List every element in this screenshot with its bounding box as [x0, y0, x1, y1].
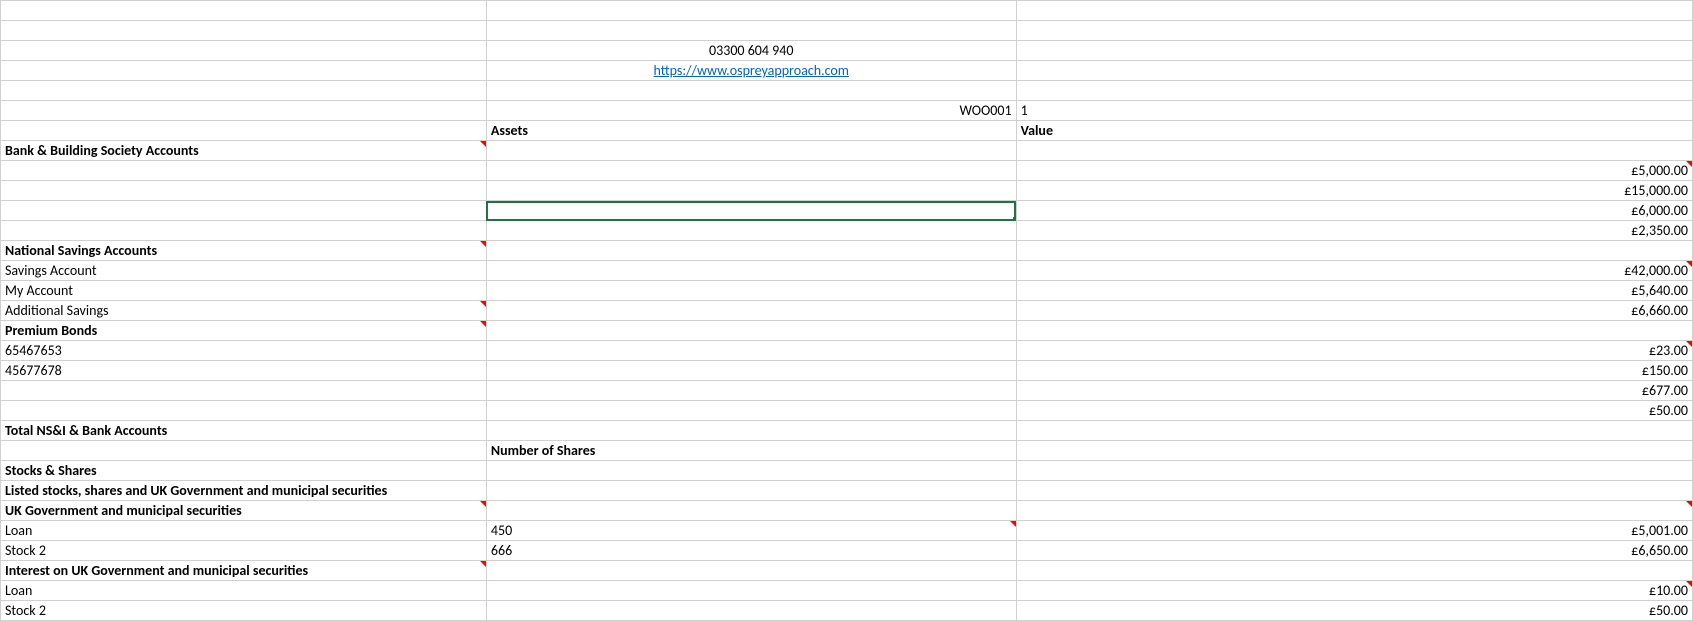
cell[interactable] [486, 481, 1016, 501]
cell[interactable] [1016, 141, 1692, 161]
cell[interactable] [486, 141, 1016, 161]
stocks-shares-section[interactable]: Stocks & Shares [1, 461, 487, 481]
cell[interactable] [486, 261, 1016, 281]
label-cell[interactable]: Stock 2 [1, 541, 487, 561]
phone-cell[interactable]: 03300 604 940 [486, 41, 1016, 61]
selected-cell[interactable] [486, 201, 1016, 221]
value-cell[interactable]: £10.00 [1016, 581, 1692, 601]
cell[interactable] [1016, 501, 1692, 521]
cell[interactable] [486, 281, 1016, 301]
cell[interactable] [1016, 1, 1692, 21]
number-shares-header[interactable]: Number of Shares [486, 441, 1016, 461]
cell[interactable] [486, 501, 1016, 521]
cell[interactable] [486, 1, 1016, 21]
label-cell[interactable]: Loan [1, 521, 487, 541]
value-cell[interactable]: £2,350.00 [1016, 221, 1692, 241]
url-cell[interactable]: https://www.ospreyapproach.com [486, 61, 1016, 81]
cell[interactable] [1, 41, 487, 61]
cell[interactable] [486, 341, 1016, 361]
label-cell[interactable]: 45677678 [1, 361, 487, 381]
bank-building-section[interactable]: Bank & Building Society Accounts [1, 141, 487, 161]
cell[interactable] [486, 421, 1016, 441]
cell[interactable] [1016, 481, 1692, 501]
value-cell[interactable]: £150.00 [1016, 361, 1692, 381]
cell[interactable] [486, 301, 1016, 321]
value-cell[interactable]: £6,650.00 [1016, 541, 1692, 561]
cell[interactable] [1, 401, 487, 421]
label-cell[interactable]: Loan [1, 581, 487, 601]
cell[interactable] [1016, 81, 1692, 101]
value-cell[interactable]: £5,001.00 [1016, 521, 1692, 541]
uk-gov-section[interactable]: UK Government and municipal securities [1, 501, 487, 521]
interest-uk-section[interactable]: Interest on UK Government and municipal … [1, 561, 487, 581]
spreadsheet-grid[interactable]: 03300 604 940 https://www.ospreyapproach… [0, 0, 1693, 621]
cell[interactable] [1016, 241, 1692, 261]
label-cell[interactable]: Additional Savings [1, 301, 487, 321]
cell[interactable] [1, 181, 487, 201]
cell[interactable] [1, 81, 487, 101]
cell[interactable] [1016, 41, 1692, 61]
cell[interactable] [486, 381, 1016, 401]
value-cell[interactable]: £677.00 [1016, 381, 1692, 401]
cell[interactable] [486, 81, 1016, 101]
cell[interactable] [1, 381, 487, 401]
cell[interactable] [486, 221, 1016, 241]
cell[interactable] [1016, 561, 1692, 581]
cell[interactable] [1, 441, 487, 461]
shares-cell[interactable]: 666 [486, 541, 1016, 561]
cell[interactable] [486, 241, 1016, 261]
cell[interactable] [486, 181, 1016, 201]
label-cell[interactable]: Stock 2 [1, 601, 487, 621]
cell[interactable] [1, 221, 487, 241]
ref-code-cell[interactable]: WOO001 [486, 101, 1016, 121]
label-cell[interactable]: My Account [1, 281, 487, 301]
ref-number-cell[interactable]: 1 [1016, 101, 1692, 121]
value-cell[interactable]: £23.00 [1016, 341, 1692, 361]
label-cell[interactable]: 65467653 [1, 341, 487, 361]
value-cell[interactable]: £6,660.00 [1016, 301, 1692, 321]
value-cell[interactable]: £5,000.00 [1016, 161, 1692, 181]
value-cell[interactable]: £5,640.00 [1016, 281, 1692, 301]
cell[interactable] [486, 21, 1016, 41]
value-cell[interactable]: £15,000.00 [1016, 181, 1692, 201]
cell[interactable] [486, 321, 1016, 341]
cell[interactable] [1016, 61, 1692, 81]
cell[interactable] [486, 401, 1016, 421]
cell[interactable] [486, 361, 1016, 381]
assets-header[interactable]: Assets [486, 121, 1016, 141]
cell[interactable] [1, 1, 487, 21]
value-cell[interactable]: £42,000.00 [1016, 261, 1692, 281]
total-nsi-section[interactable]: Total NS&I & Bank Accounts [1, 421, 487, 441]
cell[interactable] [486, 161, 1016, 181]
cell[interactable] [1, 61, 487, 81]
value-cell[interactable]: £50.00 [1016, 601, 1692, 621]
label-cell[interactable]: Savings Account [1, 261, 487, 281]
cell[interactable] [1016, 321, 1692, 341]
cell[interactable] [1016, 421, 1692, 441]
national-savings-section[interactable]: National Savings Accounts [1, 241, 487, 261]
value-cell[interactable]: £50.00 [1016, 401, 1692, 421]
cell[interactable] [486, 601, 1016, 621]
cell[interactable] [1, 161, 487, 181]
cell[interactable] [1016, 441, 1692, 461]
cell[interactable] [1, 101, 487, 121]
cell[interactable] [1, 121, 487, 141]
premium-bonds-section[interactable]: Premium Bonds [1, 321, 487, 341]
cell[interactable] [1, 21, 487, 41]
cell[interactable] [486, 581, 1016, 601]
website-link[interactable]: https://www.ospreyapproach.com [654, 62, 849, 79]
shares-cell[interactable]: 450 [486, 521, 1016, 541]
cell[interactable] [1016, 461, 1692, 481]
listed-section[interactable]: Listed stocks, shares and UK Government … [1, 481, 487, 501]
cell[interactable] [1016, 21, 1692, 41]
cell[interactable] [486, 561, 1016, 581]
value-header[interactable]: Value [1016, 121, 1692, 141]
cell[interactable] [1, 201, 487, 221]
cell[interactable] [486, 461, 1016, 481]
value-cell[interactable]: £6,000.00 [1016, 201, 1692, 221]
